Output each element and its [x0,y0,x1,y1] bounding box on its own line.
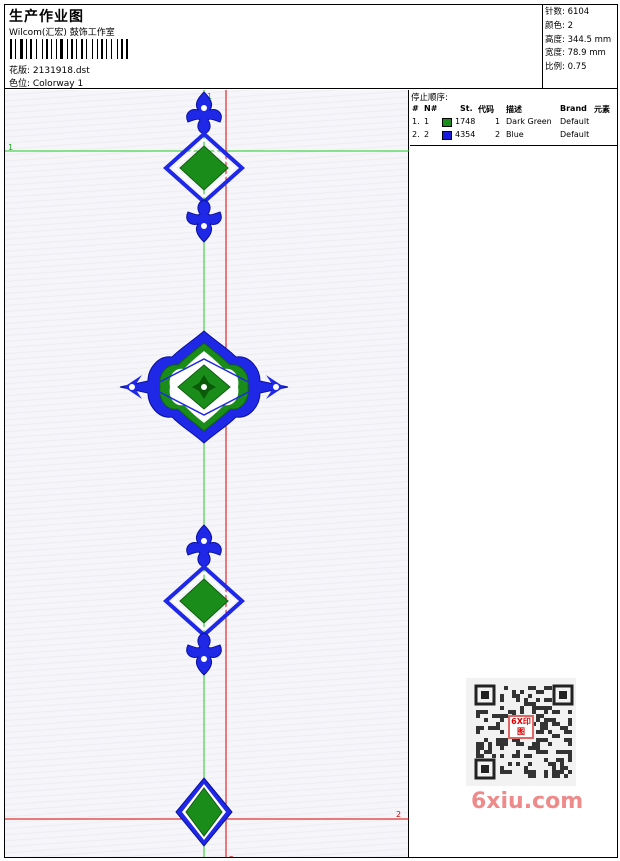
row-n: 1 [424,117,430,126]
barcode-bar [108,39,110,59]
guide-label-red-h: 2 [396,810,401,819]
barcode-bar [20,39,23,59]
barcode [10,39,146,59]
qr-stamp: 6X印图 [508,715,534,739]
barcode-bar [10,39,12,59]
color-swatch-blue [442,131,452,140]
studio-name: Wilcom(汇宏) 鼓饰工作室 [9,28,115,38]
row-code: 1 [495,117,501,126]
barcode-bar [121,39,123,59]
barcode-bar [99,39,100,59]
motif-bottom [175,777,233,847]
sheet-header: 生产作业图 Wilcom(汇宏) 鼓饰工作室 花版: 2131918.dst 色… [5,5,617,89]
barcode-bar [97,39,98,59]
row-hash: 2. [412,130,420,139]
col-hash: # [412,104,419,113]
barcode-bar [26,39,27,59]
sheet-title: 生产作业图 [9,9,84,25]
qr-code: 6X印图 [466,678,576,786]
barcode-bar [106,39,107,59]
embroidery-drawing: 1 1 2 2 [5,90,409,857]
col-desc: 描述 [506,105,522,114]
barcode-bar [15,39,16,59]
colorway: 色位: Colorway 1 [9,79,84,89]
barcode-bar [51,39,52,59]
color-swatch-green [442,118,452,127]
col-code: 代码 [478,105,494,114]
row-code: 2 [495,130,501,139]
barcode-bar [94,39,96,59]
barcode-bar [17,39,19,59]
motif-lower [164,524,244,676]
barcode-bar [78,39,80,59]
barcode-bar [42,39,43,59]
barcode-bar [81,39,83,59]
col-brand: Brand [560,104,587,113]
col-element: 元素 [594,105,610,114]
row-desc: Dark Green [506,117,552,126]
stat-scale: 比例: 0.75 [545,62,587,73]
col-n: N# [424,104,438,113]
design-stats: 针数: 6104 颜色: 2 高度: 344.5 mm 宽度: 78.9 mm … [542,5,617,89]
barcode-bar [86,39,87,59]
barcode-bar [44,39,45,59]
barcode-bar [74,39,75,59]
motif-medallion [119,330,289,444]
stop-row: 2. 2 4354 2 Blue Default [410,130,617,143]
row-brand: Default [560,117,590,126]
barcode-bar [88,39,91,59]
barcode-bar [111,39,112,59]
design-preview: 1 1 2 2 [5,90,409,857]
barcode-bar [67,39,68,59]
stat-width: 宽度: 78.9 mm [545,48,606,59]
barcode-bar [38,39,41,59]
guide-label-red-v: 2 [229,855,234,857]
stop-sequence-header: # N# St. 代码 描述 Brand 元素 [410,104,617,117]
barcode-bar [124,39,125,59]
barcode-bar [104,39,105,59]
row-hash: 1. [412,117,420,126]
barcode-bar [113,39,116,59]
stat-colors: 颜色: 2 [545,20,573,31]
barcode-bar [71,39,73,59]
barcode-bar [117,39,118,59]
stat-height: 高度: 344.5 mm [545,34,612,45]
barcode-bar [84,39,85,59]
stop-sequence-title: 停止顺序: [411,93,448,103]
barcode-bar [46,39,48,59]
stop-sequence-panel: 停止顺序: # N# St. 代码 描述 Brand 元素 1. 1 1748 … [410,90,617,146]
barcode-bar [64,39,66,59]
barcode-bar [24,39,25,59]
row-st: 4354 [455,130,476,139]
design-file: 花版: 2131918.dst [9,66,90,76]
row-desc: Blue [506,130,524,139]
barcode-bar [33,39,35,59]
barcode-bar [13,39,14,59]
guide-label-green-h: 1 [8,143,13,152]
barcode-bar [119,39,120,59]
barcode-bar [129,39,130,59]
row-n: 2 [424,130,430,139]
barcode-bar [30,39,32,59]
barcode-bar [56,39,57,59]
barcode-bar [58,39,59,59]
row-brand: Default [560,130,590,139]
stat-stitches: 针数: 6104 [545,7,590,17]
col-st: St. [460,104,473,113]
barcode-bar [92,39,93,59]
barcode-bar [76,39,77,59]
stop-row: 1. 1 1748 1 Dark Green Default [410,117,617,130]
barcode-bar [101,39,103,59]
row-st: 1748 [455,117,476,126]
motif-top [164,91,244,243]
barcode-bar [36,39,37,59]
barcode-bar [28,39,29,59]
barcode-bar [69,39,70,59]
barcode-bar [60,39,63,59]
watermark: 6xiu.com [471,789,584,814]
barcode-bar [126,39,128,59]
barcode-bar [53,39,55,59]
barcode-bar [49,39,50,59]
